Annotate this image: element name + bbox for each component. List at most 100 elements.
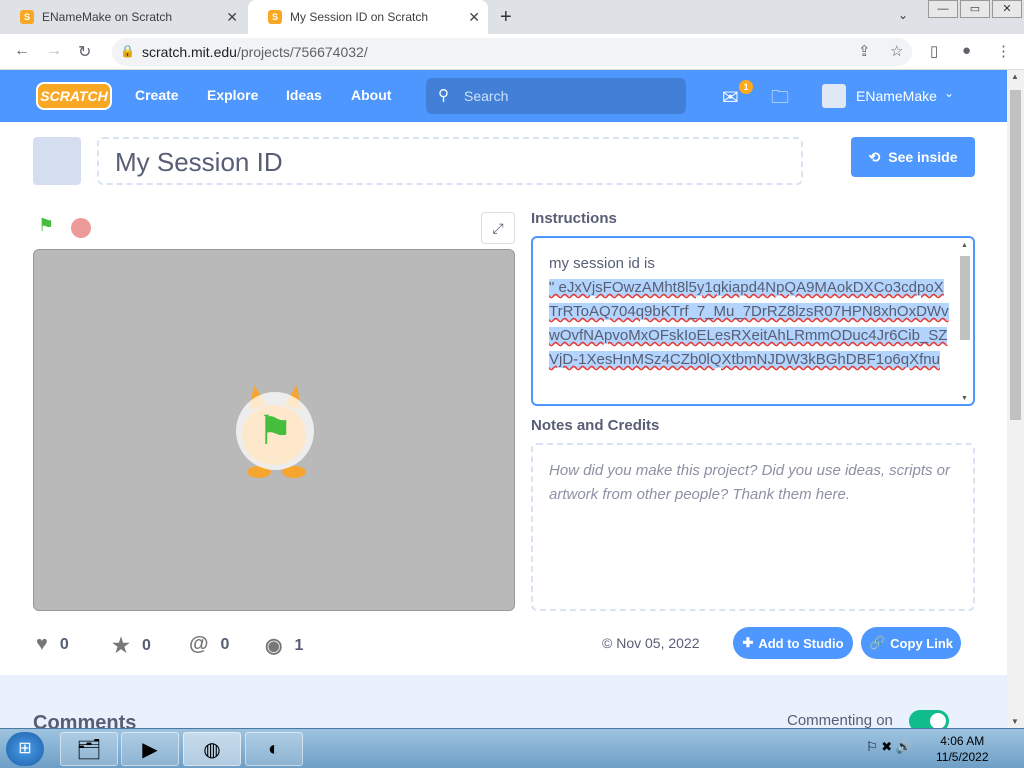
search-icon: ⚲ — [438, 87, 449, 104]
file-explorer-icon[interactable]: 🗂 — [60, 732, 118, 766]
close-tab-icon[interactable]: ✕ — [226, 9, 238, 26]
tab-bar: S ENameMake on Scratch ✕ S My Session ID… — [0, 0, 1024, 34]
share-icon[interactable]: ⇪ — [858, 42, 871, 60]
side-panel-icon[interactable]: ▯ — [930, 42, 938, 60]
instructions-textarea[interactable]: my session id is " eJxVjsFOwzAMht8l5y1qk… — [531, 236, 975, 406]
close-window-button[interactable]: ✕ — [992, 0, 1022, 18]
tab-search-chevron-icon[interactable]: ⌄ — [898, 8, 908, 22]
start-button[interactable]: ⊞ — [6, 732, 44, 766]
avatar[interactable] — [822, 84, 846, 108]
chrome-icon[interactable]: ◍ — [183, 732, 241, 766]
instructions-heading: Instructions — [531, 210, 617, 227]
commenting-label: Commenting on — [787, 712, 893, 729]
search-input[interactable]: ⚲ Search — [426, 78, 686, 114]
instructions-scrollbar[interactable]: ▲ ▼ — [959, 242, 971, 402]
lock-icon[interactable]: 🔒 — [120, 44, 135, 58]
scroll-up-icon[interactable]: ▲ — [1011, 72, 1019, 81]
scroll-down-icon[interactable]: ▼ — [1011, 717, 1019, 726]
nav-ideas[interactable]: Ideas — [286, 87, 322, 103]
scroll-up-icon[interactable]: ▲ — [961, 242, 968, 249]
heart-icon: ♥ — [36, 633, 48, 655]
project-title: My Session ID — [115, 147, 283, 177]
remixes-stat: @ 0 — [189, 633, 229, 656]
nav-create[interactable]: Create — [135, 87, 179, 103]
views-count: 1 — [294, 636, 304, 654]
instructions-text: my session id is " eJxVjsFOwzAMht8l5y1qk… — [549, 252, 949, 372]
see-inside-label: See inside — [888, 149, 958, 165]
nav-explore[interactable]: Explore — [207, 87, 258, 103]
selected-session-id-text: " eJxVjsFOwzAMht8l5y1qkiapd4NpQA9MAokDXC… — [549, 279, 949, 368]
media-player-icon[interactable]: ▶ — [121, 732, 179, 766]
back-icon[interactable]: ← — [14, 42, 30, 60]
green-flag-icon[interactable]: ⚑ — [38, 215, 54, 236]
green-flag-overlay-icon[interactable]: ⚑ — [236, 392, 314, 470]
plus-icon: ✚ — [742, 635, 754, 650]
favorites-count: 0 — [141, 636, 151, 654]
message-count-badge: 1 — [739, 80, 753, 94]
project-date: © Nov 05, 2022 — [602, 635, 700, 651]
copy-link-button[interactable]: 🔗 Copy Link — [861, 627, 961, 659]
clock-date: 11/5/2022 — [936, 750, 989, 764]
link-icon: 🔗 — [868, 635, 886, 650]
nav-about[interactable]: About — [351, 87, 391, 103]
scratch-navbar: SCRATCH Create Explore Ideas About ⚲ Sea… — [0, 70, 1007, 122]
copy-link-label: Copy Link — [890, 635, 954, 651]
stop-sign-icon[interactable] — [71, 218, 91, 238]
favorites-stat[interactable]: ★ 0 — [112, 633, 151, 658]
page-scrollbar[interactable]: ▲ ▼ — [1007, 70, 1024, 728]
notes-textarea[interactable]: How did you make this project? Did you u… — [531, 443, 975, 611]
eye-icon: ◉ — [265, 635, 283, 657]
forward-icon[interactable]: → — [46, 42, 62, 60]
close-tab-icon[interactable]: ✕ — [468, 9, 480, 26]
project-page: My Session ID ⟲ See inside ⚑ ⤢ ⚑ Instruc… — [0, 122, 1007, 675]
new-tab-button[interactable]: + — [500, 6, 512, 29]
menu-kebab-icon[interactable]: ⋮ — [996, 42, 1011, 60]
bookmark-star-icon[interactable]: ☆ — [890, 42, 903, 60]
my-stuff-folder-icon[interactable]: 🗀 — [771, 85, 789, 115]
clock-time: 4:06 AM — [940, 734, 985, 748]
loves-count: 0 — [59, 635, 69, 653]
tab-my-session-id[interactable]: S My Session ID on Scratch ✕ — [248, 0, 488, 34]
remix-spiral-icon: @ — [189, 633, 209, 655]
tab-title: ENameMake on Scratch — [42, 10, 173, 24]
system-tray-icons[interactable]: ⚐ ✖ 🔊 — [866, 739, 912, 755]
scroll-down-icon[interactable]: ▼ — [961, 395, 968, 402]
scratch-logo[interactable]: SCRATCH — [36, 82, 112, 110]
firefox-icon[interactable]: ◐ — [245, 732, 303, 766]
profile-icon[interactable]: ● — [962, 42, 971, 59]
see-inside-button[interactable]: ⟲ See inside — [851, 137, 975, 177]
taskbar-clock[interactable]: 4:06 AM 11/5/2022 — [936, 733, 989, 765]
tab-enamemake[interactable]: S ENameMake on Scratch ✕ — [0, 0, 246, 34]
instructions-scrollbar-thumb[interactable] — [960, 256, 970, 340]
username[interactable]: ENameMake — [856, 88, 937, 104]
url-text: scratch.mit.edu/projects/756674032/ — [142, 44, 368, 60]
loves-stat[interactable]: ♥ 0 — [36, 633, 69, 656]
add-to-studio-button[interactable]: ✚ Add to Studio — [733, 627, 853, 659]
remixes-count: 0 — [220, 635, 230, 653]
tab-title: My Session ID on Scratch — [290, 10, 429, 24]
search-placeholder: Search — [464, 88, 509, 104]
views-stat: ◉ 1 — [265, 633, 303, 658]
instructions-line: my session id is — [549, 255, 655, 272]
url-field[interactable]: 🔒 scratch.mit.edu/projects/756674032/ — [112, 38, 912, 66]
project-author-avatar[interactable] — [33, 137, 81, 185]
scratch-favicon-icon: S — [268, 10, 282, 24]
taskbar: ⊞ 🗂 ▶ ◍ ◐ ⚐ ✖ 🔊 4:06 AM 11/5/2022 — [0, 728, 1024, 768]
scrollbar-thumb[interactable] — [1010, 90, 1021, 420]
window-controls: — ▭ ✕ — [928, 0, 1024, 18]
scratch-favicon-icon: S — [20, 10, 34, 24]
maximize-button[interactable]: ▭ — [960, 0, 990, 18]
star-icon: ★ — [112, 635, 130, 657]
notes-placeholder: How did you make this project? Did you u… — [549, 462, 951, 503]
see-inside-icon: ⟲ — [868, 148, 881, 165]
add-to-studio-label: Add to Studio — [758, 635, 844, 651]
reload-icon[interactable]: ↻ — [78, 42, 91, 62]
project-title-field[interactable]: My Session ID — [97, 137, 803, 185]
minimize-button[interactable]: — — [928, 0, 958, 18]
notes-heading: Notes and Credits — [531, 417, 660, 434]
address-bar: ← → ↻ 🔒 scratch.mit.edu/projects/7566740… — [0, 34, 1024, 70]
fullscreen-icon[interactable]: ⤢ — [481, 212, 515, 244]
messages-icon[interactable]: ✉ — [722, 85, 739, 110]
project-stage[interactable]: ⚑ — [33, 249, 515, 611]
account-chevron-down-icon[interactable]: ⌄ — [944, 86, 954, 100]
